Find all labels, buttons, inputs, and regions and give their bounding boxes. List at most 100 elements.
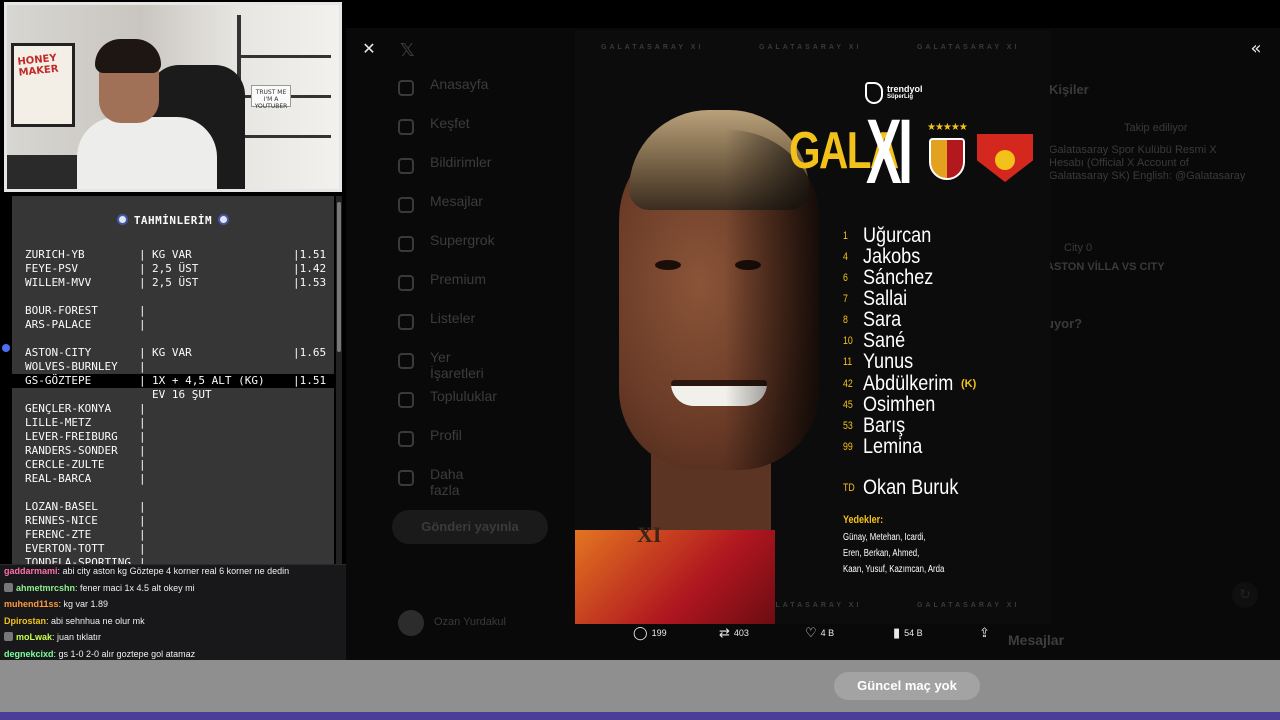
football-icon [116, 214, 128, 225]
views-chart-icon: ▮ [893, 626, 901, 641]
predictions-title: TAHMİNLERİM [12, 214, 334, 227]
views-button[interactable]: ▮ 54 B [893, 626, 923, 656]
search-icon [398, 119, 414, 135]
separator: | [139, 248, 146, 261]
prediction-row: ARS-PALACE | [12, 318, 334, 332]
prediction-row: BOUR-FOREST | [12, 304, 334, 318]
separator: | [139, 542, 146, 555]
watermark: GALATASARAY XI [917, 602, 1020, 609]
repost-button[interactable]: ⇄ 403 [719, 626, 749, 656]
sidebar-item-label: Anasayfa [430, 76, 489, 92]
substitutes-line: Eren, Berkan, Ahmed, [843, 548, 920, 559]
prediction-row: LOZAN-BASEL | [12, 500, 334, 514]
match-name: TONDELA-SPORTING [25, 556, 131, 564]
separator: | [139, 430, 146, 443]
match-name: REAL-BARCA [25, 472, 92, 485]
reply-button[interactable]: ◯ 199 [633, 626, 667, 656]
sidebar-item-label: Supergrok [430, 232, 495, 248]
youtuber-sign: TRUST ME I'M A YOUTUBER [251, 85, 291, 110]
separator: | [139, 458, 146, 471]
prediction-row: RENNES-NICE | [12, 514, 334, 528]
prediction-row: EVERTON-TOTT | [12, 542, 334, 556]
whats-happening-heading: uyor? [1046, 316, 1083, 331]
substitutes-title: Yedekler: [843, 514, 884, 526]
prediction-row: LEVER-FREIBURG | [12, 430, 334, 444]
x-premium-icon [398, 275, 414, 291]
match-name: FEYE-PSV [25, 262, 78, 275]
prediction-row: WILLEM-MVV | 2,5 ÜST |1.53 [12, 276, 334, 290]
separator: | [139, 500, 146, 513]
chat-text: : juan tıklatır [52, 632, 102, 642]
close-icon[interactable]: ✕ [358, 38, 380, 60]
prediction-odds: |1.65 [293, 346, 327, 359]
shirt-number: 45 [843, 399, 853, 411]
bio-line: Galatasaray SK) English: @Galatasaray [1049, 170, 1246, 182]
sidebar-item-label: Topluluklar [430, 388, 497, 404]
trend-score: City 0 [1064, 242, 1093, 254]
prediction-row: GS-GÖZTEPE | 1X + 4,5 ALT (KG) |1.51 [12, 374, 334, 388]
separator: | [139, 556, 146, 564]
following-button[interactable]: Takip ediliyor [1124, 122, 1188, 134]
chat-text: : kg var 1.89 [58, 599, 109, 609]
chat-username[interactable]: moLwak [16, 632, 52, 642]
prediction-row: GENÇLER-KONYA | [12, 402, 334, 416]
shirt-number: 6 [843, 272, 848, 284]
home-icon [398, 80, 414, 96]
sidebar-item-label: Mesajlar [430, 193, 483, 209]
chat-message: gaddarmami: abi city aston kg Göztepe 4 … [4, 566, 334, 583]
chat-username[interactable]: degnekcixd [4, 649, 54, 659]
player-name: Yunus [863, 350, 914, 373]
separator: | [139, 318, 146, 331]
xi-title: XI [866, 101, 913, 203]
account-name: Ozan Yurdakul [434, 616, 506, 628]
stream-layout: 𝕏 Anasayfa Keşfet Bildirimler Mesajlar Super… [0, 0, 1280, 720]
sidebar-item-label: Yer İşaretleri [430, 349, 484, 381]
chat-message: ahmetmrcshn: fener maci 1x 4.5 alt okey … [4, 582, 334, 600]
prediction-row: WOLVES-BURNLEY | [12, 360, 334, 374]
shirt-number: 7 [843, 293, 848, 305]
prediction-row: REAL-BARCA | [12, 472, 334, 486]
no-current-match-button[interactable]: Güncel maç yok [834, 672, 980, 700]
post-action-bar: ◯ 199 ⇄ 403 ♡ 4 B ▮ 54 B ⇪ [575, 626, 1050, 656]
bookmark-icon [398, 353, 414, 369]
prediction-row: EV 16 ŞUT [12, 388, 334, 402]
profile-icon [398, 431, 414, 447]
grok-icon [398, 236, 414, 252]
like-button[interactable]: ♡ 4 B [805, 626, 834, 656]
heart-icon: ♡ [805, 626, 817, 641]
refresh-icon[interactable]: ↻ [1232, 582, 1258, 608]
sidebar-item-label: Profil [430, 427, 462, 443]
post-button[interactable]: Gönderi yayınla [392, 510, 548, 544]
separator: | [139, 444, 146, 457]
x-account-switcher[interactable]: Ozan Yurdakul [398, 610, 598, 636]
bottom-bar [0, 660, 1280, 712]
separator: | [139, 514, 146, 527]
chat-username[interactable]: muhend11ss [4, 599, 59, 609]
collapse-panel-icon[interactable]: « [1244, 38, 1268, 62]
match-name: LILLE-METZ [25, 416, 92, 429]
match-name: BOUR-FOREST [25, 304, 98, 317]
captain-badge: (K) [961, 378, 977, 390]
chat-badge-icon [4, 582, 13, 592]
chat-username[interactable]: gaddarmami [4, 566, 58, 576]
x-logo-icon[interactable]: 𝕏 [400, 40, 415, 61]
chat-username[interactable]: ahmetmrcshn [16, 583, 75, 593]
shirt-number: 11 [843, 356, 853, 368]
separator: | [139, 374, 146, 387]
separator: | [139, 360, 146, 373]
people-heading: Kişiler [1049, 82, 1089, 97]
watermark: GALATASARAY XI [601, 44, 704, 51]
sidebar-item-label: Bildirimler [430, 154, 492, 170]
bio-line: Galatasaray Spor Kulübü Resmi X [1049, 144, 1217, 156]
chat-text: : abi sehnhua ne olur mk [46, 615, 145, 626]
share-button[interactable]: ⇪ [979, 626, 994, 656]
prediction-pick: KG VAR [152, 346, 192, 359]
chat-message: Dpirostan: abi sehnhua ne olur mk [4, 616, 334, 633]
prediction-odds: |1.51 [293, 374, 327, 387]
trend-title[interactable]: ASTON VİLLA VS CITY [1046, 261, 1165, 273]
chat-username[interactable]: Dpirostan [4, 616, 46, 626]
prediction-odds: |1.51 [293, 248, 327, 261]
prediction-row: FERENC-ZTE | [12, 528, 334, 542]
football-icon [218, 214, 230, 225]
sidebar-item-label: Listeler [430, 310, 476, 326]
